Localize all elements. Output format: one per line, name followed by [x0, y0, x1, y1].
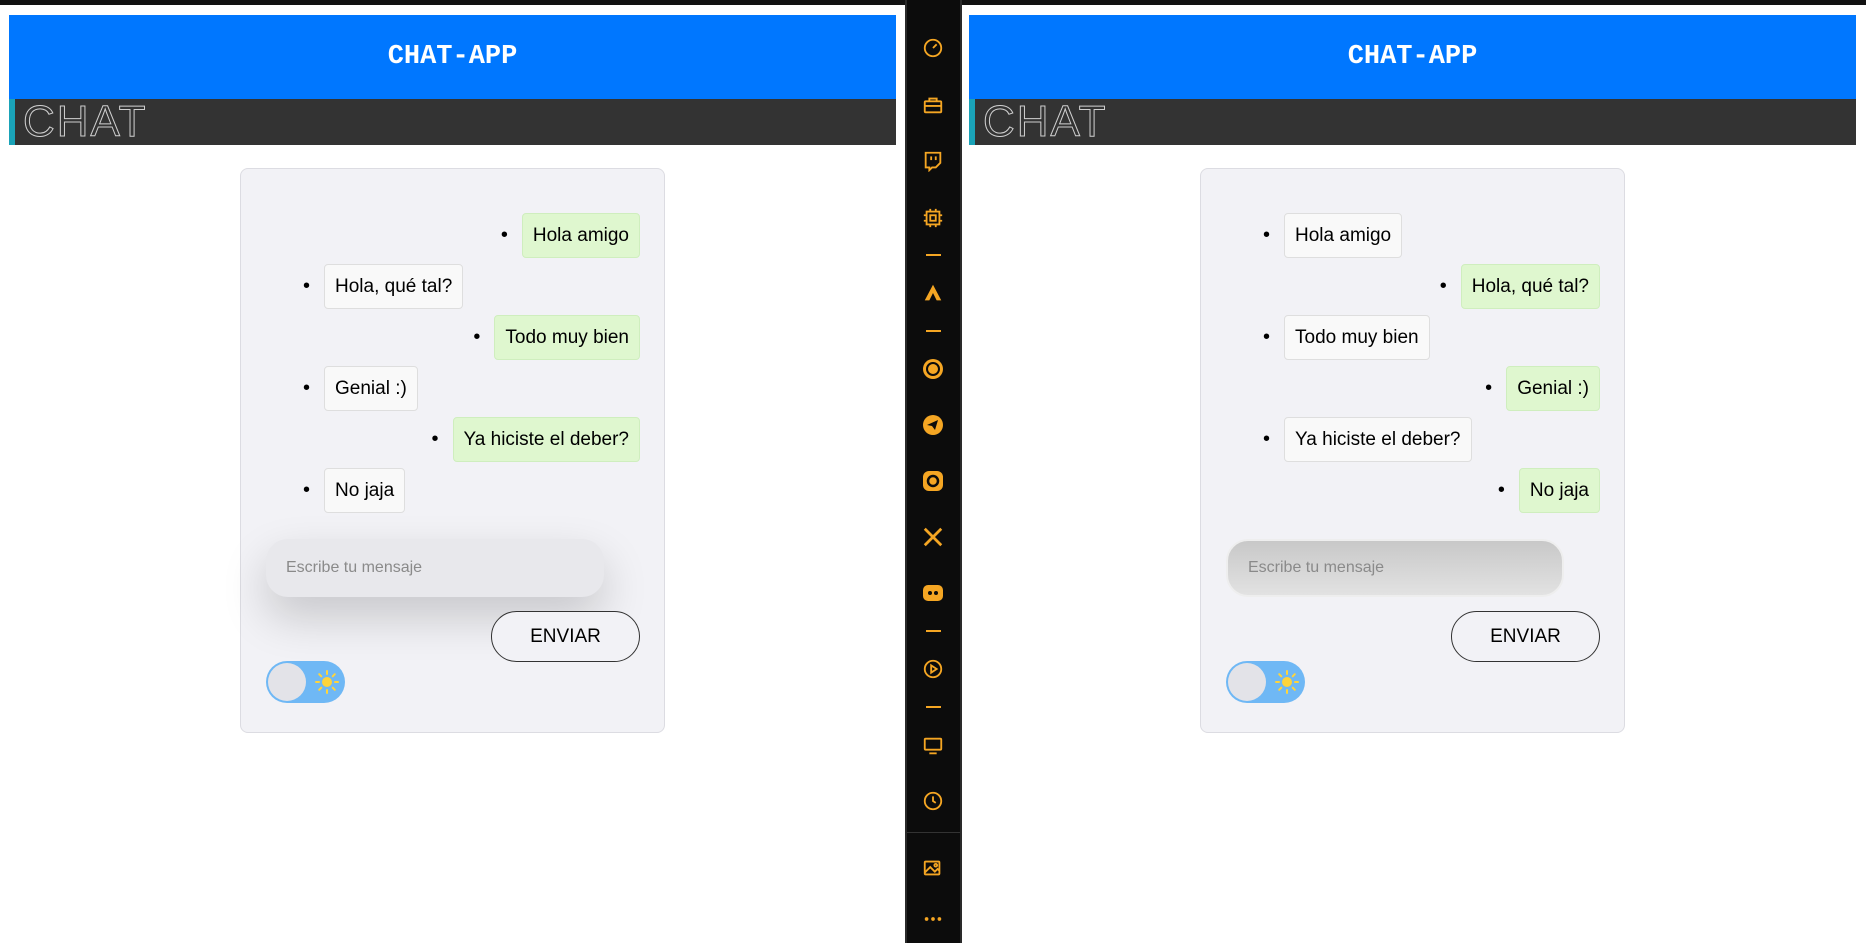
- toggle-knob: [1228, 663, 1266, 701]
- dock-separator: [926, 254, 941, 256]
- bullet-icon: •: [303, 479, 311, 501]
- theme-toggle[interactable]: [1226, 661, 1305, 703]
- message-input[interactable]: [266, 539, 604, 597]
- app-title: CHAT-APP: [1347, 42, 1478, 72]
- send-button[interactable]: ENVIAR: [1451, 611, 1600, 662]
- message-list: • Hola amigo • Hola, qué tal? • Todo muy bi…: [1201, 169, 1624, 513]
- chat-card: • Hola amigo • Hola, qué tal? • Todo muy bi…: [1200, 168, 1625, 733]
- message-item: • Ya hiciste el deber?: [303, 417, 640, 462]
- message-bubble-received: Hola, qué tal?: [324, 264, 464, 309]
- bullet-icon: •: [303, 377, 311, 399]
- chat-banner-text: CHAT: [23, 97, 148, 146]
- message-bubble-received: Todo muy bien: [1284, 315, 1430, 360]
- message-bubble-received: Hola amigo: [1284, 213, 1403, 258]
- chat-banner-text: CHAT: [983, 97, 1108, 146]
- bullet-icon: •: [1485, 377, 1493, 399]
- message-bubble-sent: Genial :): [1506, 366, 1600, 411]
- bullet-icon: •: [303, 275, 311, 297]
- message-bubble-sent: Hola amigo: [521, 213, 640, 258]
- more-icon[interactable]: [920, 906, 946, 932]
- dock-separator: [926, 330, 941, 332]
- bullet-icon: •: [431, 428, 439, 450]
- bullet-icon: •: [1439, 275, 1447, 297]
- chat-window-right: CHAT-APP CHAT • Hola amigo • Hola, qué tal…: [969, 15, 1856, 943]
- chip-icon[interactable]: [920, 205, 946, 231]
- chat-card: • Hola amigo • Hola, qué tal? • Todo muy bi…: [240, 168, 665, 733]
- message-item: • Hola amigo: [1263, 213, 1600, 258]
- whatsapp-icon[interactable]: [920, 356, 946, 382]
- clock-icon[interactable]: [920, 788, 946, 814]
- message-bubble-received: Ya hiciste el deber?: [1284, 417, 1472, 462]
- dock-separator: [926, 630, 941, 632]
- bullet-icon: •: [1497, 479, 1505, 501]
- message-item: • Todo muy bien: [1263, 315, 1600, 360]
- theme-toggle[interactable]: [266, 661, 345, 703]
- dock-separator: [926, 706, 941, 708]
- app-header: CHAT-APP: [969, 15, 1856, 99]
- twitch-icon[interactable]: [920, 148, 946, 174]
- bullet-icon: •: [473, 326, 481, 348]
- dock-divider: [907, 832, 960, 833]
- send-button[interactable]: ENVIAR: [491, 611, 640, 662]
- message-item: • Ya hiciste el deber?: [1263, 417, 1600, 462]
- telegram-icon[interactable]: [920, 412, 946, 438]
- play-icon[interactable]: [920, 656, 946, 682]
- side-dock: [905, 0, 962, 943]
- speedometer-icon[interactable]: [920, 35, 946, 61]
- toolbox-icon[interactable]: [920, 92, 946, 118]
- message-input[interactable]: [1226, 539, 1564, 597]
- message-input-wrap: [1226, 539, 1564, 597]
- instagram-icon[interactable]: [920, 468, 946, 494]
- message-item: • Genial :): [1263, 366, 1600, 411]
- message-item: • Hola, qué tal?: [303, 264, 640, 309]
- message-item: • Genial :): [303, 366, 640, 411]
- message-bubble-received: No jaja: [324, 468, 406, 513]
- message-bubble-sent: No jaja: [1518, 468, 1600, 513]
- sun-icon: [315, 670, 339, 694]
- gallery-icon[interactable]: [920, 855, 946, 881]
- bullet-icon: •: [1263, 326, 1271, 348]
- message-item: • Hola, qué tal?: [1263, 264, 1600, 309]
- chat-window-left: CHAT-APP CHAT • Hola amigo • Hola, qué tal…: [9, 15, 896, 943]
- message-input-wrap: [266, 539, 604, 597]
- screen-icon[interactable]: [920, 733, 946, 759]
- bullet-icon: •: [1263, 428, 1271, 450]
- message-bubble-sent: Ya hiciste el deber?: [452, 417, 640, 462]
- message-list: • Hola amigo • Hola, qué tal? • Todo muy bi…: [241, 169, 664, 513]
- message-bubble-sent: Hola, qué tal?: [1460, 264, 1600, 309]
- bullet-icon: •: [500, 224, 508, 246]
- message-bubble-received: Genial :): [324, 366, 418, 411]
- aria-icon[interactable]: [920, 280, 946, 306]
- sun-icon: [1275, 670, 1299, 694]
- chat-banner: CHAT: [969, 97, 1856, 146]
- app-header: CHAT-APP: [9, 15, 896, 99]
- message-item: • No jaja: [303, 468, 640, 513]
- message-bubble-sent: Todo muy bien: [494, 315, 640, 360]
- message-item: • No jaja: [1263, 468, 1600, 513]
- toggle-knob: [268, 663, 306, 701]
- chat-banner: CHAT: [9, 97, 896, 146]
- message-item: • Todo muy bien: [303, 315, 640, 360]
- x-icon[interactable]: [920, 524, 946, 550]
- bullet-icon: •: [1263, 224, 1271, 246]
- app-title: CHAT-APP: [387, 42, 518, 72]
- discord-icon[interactable]: [920, 580, 946, 606]
- message-item: • Hola amigo: [303, 213, 640, 258]
